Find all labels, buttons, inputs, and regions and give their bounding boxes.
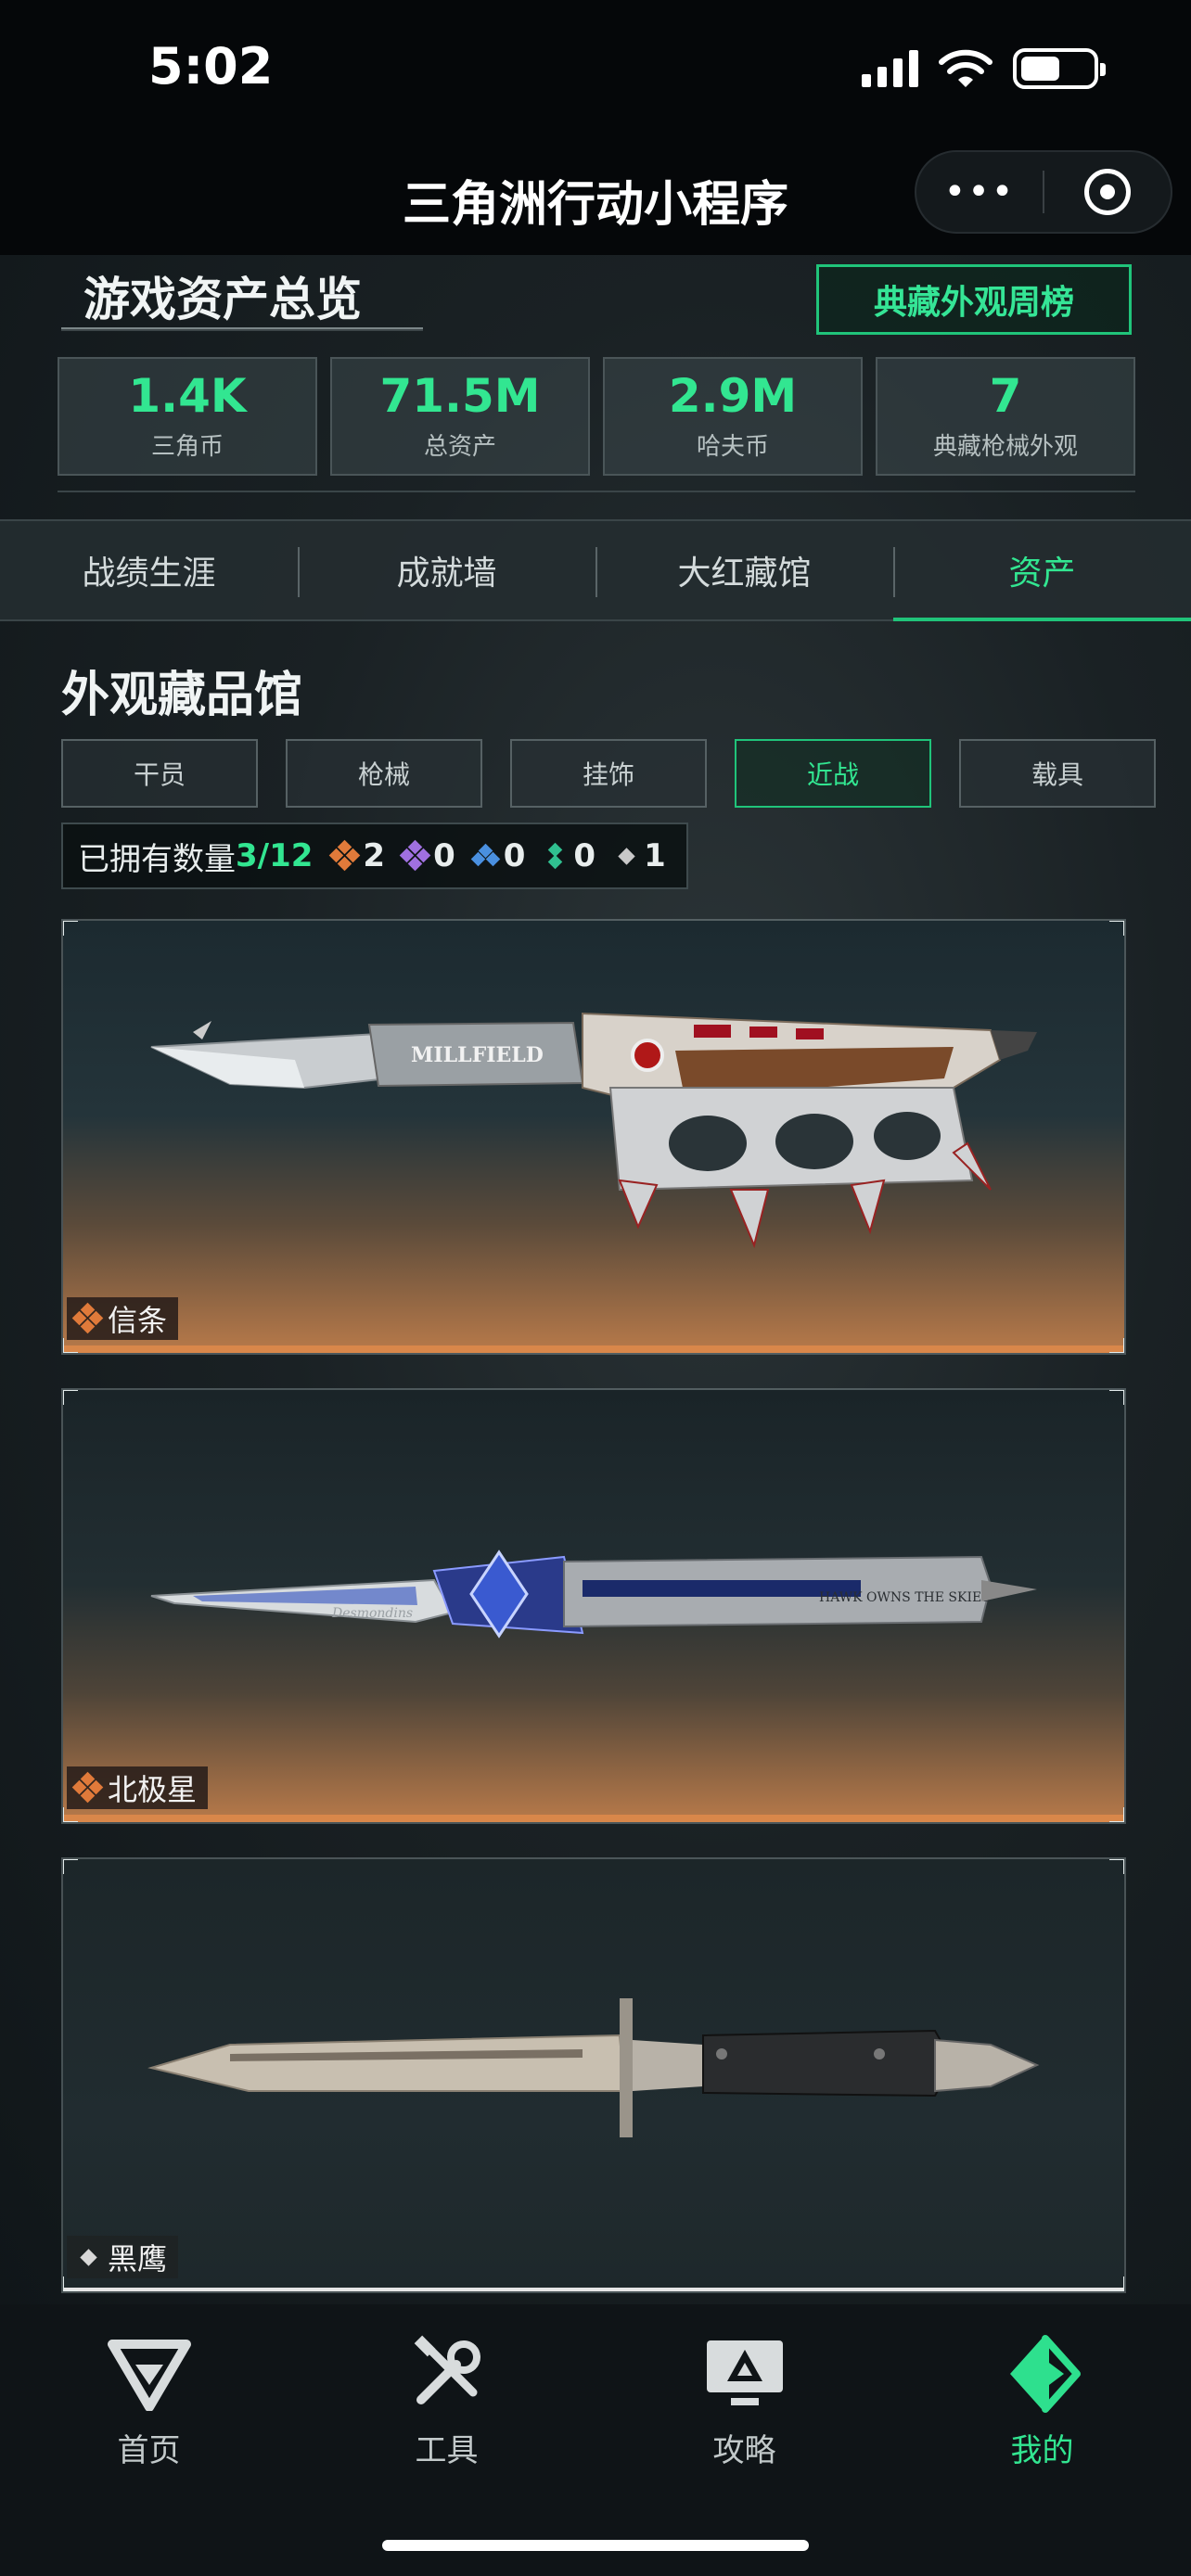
rarity-bar bbox=[63, 2288, 1124, 2291]
tab-bar: 战绩生涯 成就墙 大红藏馆 资产 bbox=[0, 519, 1191, 621]
stats-row: 1.4K 三角币 71.5M 总资产 2.9M 哈夫币 7 典藏枪械外观 bbox=[58, 357, 1135, 476]
nav-home[interactable]: 首页 bbox=[0, 2332, 298, 2490]
nav-label: 工具 bbox=[415, 2432, 479, 2469]
orange-gem-icon bbox=[71, 1302, 104, 1334]
stat-value: 71.5M bbox=[379, 369, 541, 423]
orange-gem-icon bbox=[71, 1771, 104, 1804]
stat-card-weapon-skins: 7 典藏枪械外观 bbox=[876, 357, 1135, 476]
skin-label: 黑鹰 bbox=[67, 2236, 179, 2278]
cellular-signal-icon bbox=[862, 50, 918, 87]
white-gem-icon bbox=[74, 2243, 102, 2271]
rarity-bar bbox=[63, 1815, 1124, 1822]
filter-melee[interactable]: 近战 bbox=[735, 739, 931, 808]
nav-guide[interactable]: 攻略 bbox=[596, 2332, 893, 2490]
dagger-image: Desmondins HAWK OWNS THE SKIES bbox=[150, 1549, 1037, 1639]
guide-monitor-icon bbox=[698, 2332, 791, 2416]
close-mini-program-button[interactable] bbox=[1044, 169, 1171, 215]
stat-label: 哈夫币 bbox=[696, 433, 769, 461]
category-filters: 干员 枪械 挂饰 近战 载具 bbox=[61, 739, 1156, 808]
white-gem-icon bbox=[612, 842, 640, 870]
skin-card-black-hawk[interactable]: 黑鹰 bbox=[61, 1857, 1126, 2293]
tools-icon bbox=[401, 2332, 493, 2416]
stat-label: 典藏枪械外观 bbox=[932, 433, 1078, 461]
knuckle-knife-image: MILLFIELD bbox=[150, 1012, 1037, 1249]
filter-weapons[interactable]: 枪械 bbox=[286, 739, 482, 808]
overview-title-underline bbox=[61, 327, 423, 331]
rarity-bar bbox=[63, 1345, 1124, 1353]
orange-gem-icon bbox=[329, 839, 361, 872]
stat-value: 2.9M bbox=[668, 369, 798, 423]
green-gem-icon bbox=[542, 842, 570, 870]
nav-label: 我的 bbox=[1010, 2432, 1074, 2469]
owned-label: 已拥有数量 bbox=[78, 840, 236, 878]
nav-label: 攻略 bbox=[712, 2432, 776, 2469]
rarity-orange: 2 bbox=[329, 837, 386, 874]
main-content: 游戏资产总览 典藏外观周榜 1.4K 三角币 71.5M 总资产 2.9M 哈夫… bbox=[0, 255, 1191, 2304]
mini-program-capsule: ••• bbox=[915, 150, 1172, 234]
battery-icon bbox=[1013, 48, 1106, 89]
filter-operators[interactable]: 干员 bbox=[61, 739, 258, 808]
nav-tools[interactable]: 工具 bbox=[298, 2332, 596, 2490]
stat-card-total-assets: 71.5M 总资产 bbox=[330, 357, 590, 476]
target-icon bbox=[1084, 169, 1131, 215]
status-icons bbox=[862, 48, 1106, 89]
skin-card-polaris[interactable]: Desmondins HAWK OWNS THE SKIES 北极星 bbox=[61, 1388, 1126, 1824]
more-options-icon[interactable]: ••• bbox=[916, 171, 1043, 213]
home-indicator bbox=[382, 2540, 809, 2551]
stats-divider bbox=[58, 491, 1135, 492]
rarity-count: 0 bbox=[503, 837, 526, 874]
rarity-count: 2 bbox=[363, 837, 386, 874]
title-bar: 三角洲行动小程序 ••• bbox=[0, 139, 1191, 255]
rarity-white: 1 bbox=[612, 837, 666, 874]
filter-vehicles[interactable]: 载具 bbox=[959, 739, 1156, 808]
knife-engraving: HAWK OWNS THE SKIES bbox=[819, 1590, 991, 1605]
stat-card-haf-coin: 2.9M 哈夫币 bbox=[603, 357, 863, 476]
tab-career[interactable]: 战绩生涯 bbox=[0, 521, 298, 619]
tab-assets[interactable]: 资产 bbox=[893, 521, 1191, 621]
filter-charms[interactable]: 挂饰 bbox=[510, 739, 707, 808]
gallery-title: 外观藏品馆 bbox=[61, 668, 303, 723]
rarity-count: 0 bbox=[573, 837, 596, 874]
rarity-purple: 0 bbox=[399, 837, 455, 874]
stat-label: 三角币 bbox=[150, 433, 224, 461]
stat-value: 7 bbox=[989, 369, 1022, 423]
profile-logo-icon bbox=[996, 2332, 1089, 2416]
stat-value: 1.4K bbox=[128, 369, 247, 423]
rarity-count: 1 bbox=[644, 837, 666, 874]
skin-name: 北极星 bbox=[108, 1772, 198, 1807]
wifi-icon bbox=[939, 49, 992, 87]
tab-red-collection[interactable]: 大红藏馆 bbox=[596, 521, 893, 619]
status-time: 5:02 bbox=[148, 37, 274, 96]
nav-profile[interactable]: 我的 bbox=[893, 2332, 1191, 2490]
skin-name: 黑鹰 bbox=[108, 2241, 168, 2276]
skin-label: 北极星 bbox=[67, 1766, 209, 1809]
rarity-blue: 0 bbox=[470, 837, 526, 874]
skin-name: 信条 bbox=[108, 1303, 168, 1338]
nav-label: 首页 bbox=[117, 2432, 181, 2469]
bottom-navigation: 首页 工具 攻略 我的 bbox=[0, 2304, 1191, 2576]
knife-engraving: MILLFIELD bbox=[411, 1043, 544, 1067]
weekly-ranking-button[interactable]: 典藏外观周榜 bbox=[816, 264, 1132, 335]
skin-label: 信条 bbox=[67, 1297, 179, 1340]
rarity-green: 0 bbox=[542, 837, 596, 874]
combat-knife-image bbox=[147, 1998, 1040, 2137]
overview-title: 游戏资产总览 bbox=[83, 273, 362, 326]
owned-summary: 已拥有数量 3/12 2 0 0 0 1 bbox=[61, 823, 688, 889]
stat-label: 总资产 bbox=[423, 433, 496, 461]
tab-achievements[interactable]: 成就墙 bbox=[298, 521, 596, 619]
status-bar: 5:02 bbox=[0, 0, 1191, 139]
skin-card-creed[interactable]: MILLFIELD 信条 bbox=[61, 919, 1126, 1355]
stat-card-delta-coin: 1.4K 三角币 bbox=[58, 357, 317, 476]
delta-logo-icon bbox=[103, 2332, 196, 2416]
blue-gem-icon bbox=[470, 842, 501, 870]
purple-gem-icon bbox=[399, 839, 431, 872]
knife-engraving-secondary: Desmondins bbox=[331, 1606, 413, 1621]
rarity-count: 0 bbox=[433, 837, 455, 874]
owned-count: 3/12 bbox=[236, 837, 314, 874]
